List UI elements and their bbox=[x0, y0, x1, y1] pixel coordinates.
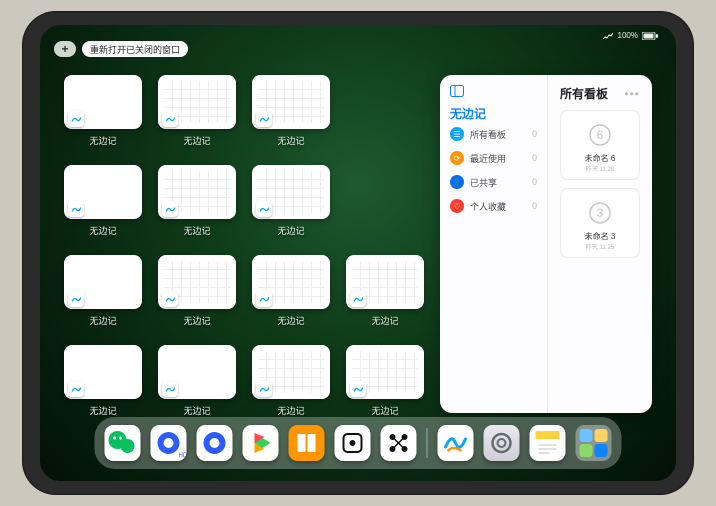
new-window-button[interactable]: + bbox=[54, 41, 76, 57]
window-thumb[interactable]: 无边记 bbox=[346, 255, 424, 327]
freeform-icon bbox=[350, 381, 366, 397]
reopen-closed-window-button[interactable]: 重新打开已关闭的窗口 bbox=[82, 41, 188, 57]
freeform-icon bbox=[256, 381, 272, 397]
board-name: 未命名 6 bbox=[585, 153, 616, 164]
board-meta: 昨天 11:25 bbox=[586, 242, 614, 251]
dock-app-notes[interactable] bbox=[530, 425, 566, 461]
freeform-icon bbox=[256, 111, 272, 127]
dock-folder[interactable] bbox=[576, 425, 612, 461]
sidebar-item-count: 0 bbox=[532, 153, 537, 163]
window-thumb[interactable]: 无边记 bbox=[158, 345, 236, 417]
window-thumb[interactable]: 无边记 bbox=[64, 165, 142, 237]
dock-app-play[interactable] bbox=[243, 425, 279, 461]
sidebar-item-count: 0 bbox=[532, 129, 537, 139]
freeform-icon bbox=[68, 291, 84, 307]
panel-title: 无边记 bbox=[450, 105, 537, 122]
board-card[interactable]: 3 未命名 3昨天 11:25 bbox=[560, 188, 640, 258]
sidebar-item-label: 个人收藏 bbox=[470, 200, 506, 213]
dock-app-freeform[interactable] bbox=[438, 425, 474, 461]
board-scribble-icon: 3 bbox=[583, 195, 617, 229]
freeform-icon bbox=[162, 291, 178, 307]
battery-text: 100% bbox=[618, 31, 638, 40]
window-thumbnail-grid: 无边记 无边记 无边记 无边记 无边记 bbox=[64, 75, 424, 413]
sidebar-item-count: 0 bbox=[532, 201, 537, 211]
dock-app-wechat[interactable] bbox=[105, 425, 141, 461]
svg-text:HD: HD bbox=[179, 453, 187, 459]
thumb-label: 无边记 bbox=[183, 314, 210, 327]
freeform-icon bbox=[68, 111, 84, 127]
board-card[interactable]: 6 未命名 6昨天 11:28 bbox=[560, 110, 640, 180]
window-thumb[interactable]: 无边记 bbox=[158, 75, 236, 147]
thumb-label: 无边记 bbox=[371, 404, 398, 417]
thumb-label: 无边记 bbox=[277, 224, 304, 237]
freeform-icon bbox=[162, 201, 178, 217]
dock: HD bbox=[95, 417, 622, 469]
board-name: 未命名 3 bbox=[585, 231, 616, 242]
sidebar-item-icon: 👤 bbox=[450, 175, 464, 189]
sidebar-item[interactable]: 👤 已共享 0 bbox=[450, 170, 537, 194]
window-thumb[interactable]: 无边记 bbox=[64, 255, 142, 327]
thumb-label: 无边记 bbox=[89, 134, 116, 147]
sidebar-item-icon: ☰ bbox=[450, 127, 464, 141]
sidebar-item-icon: ⟳ bbox=[450, 151, 464, 165]
dock-app-quark[interactable] bbox=[197, 425, 233, 461]
sidebar-item[interactable]: ☰ 所有看板 0 bbox=[450, 122, 537, 146]
freeform-icon bbox=[68, 381, 84, 397]
sidebar-item-count: 0 bbox=[532, 177, 537, 187]
thumb-label: 无边记 bbox=[183, 224, 210, 237]
window-thumb[interactable]: 无边记 bbox=[252, 255, 330, 327]
freeform-icon bbox=[68, 201, 84, 217]
thumb-label: 无边记 bbox=[89, 314, 116, 327]
thumb-label: 无边记 bbox=[89, 224, 116, 237]
sidebar-item-label: 已共享 bbox=[470, 176, 497, 189]
thumb-label: 无边记 bbox=[371, 314, 398, 327]
window-thumb[interactable]: 无边记 bbox=[64, 345, 142, 417]
thumb-label: 无边记 bbox=[183, 134, 210, 147]
window-thumb[interactable]: 无边记 bbox=[64, 75, 142, 147]
panel-right-title: 所有看板 bbox=[560, 85, 608, 102]
freeform-icon bbox=[162, 381, 178, 397]
svg-text:3: 3 bbox=[597, 206, 604, 220]
svg-text:6: 6 bbox=[597, 128, 604, 142]
top-bar: + 重新打开已关闭的窗口 bbox=[54, 41, 188, 57]
thumb-label: 无边记 bbox=[277, 404, 304, 417]
dock-app-connect[interactable] bbox=[381, 425, 417, 461]
sidebar-item-icon: ♡ bbox=[450, 199, 464, 213]
dock-app-books[interactable] bbox=[289, 425, 325, 461]
freeform-panel[interactable]: 无边记 ☰ 所有看板 0 ⟳ 最近使用 0 👤 已共享 0 ♡ 个人收藏 0 所有看板 ••• 6 未命… bbox=[440, 75, 652, 413]
dock-separator bbox=[427, 428, 428, 458]
sidebar-item[interactable]: ♡ 个人收藏 0 bbox=[450, 194, 537, 218]
sidebar-item-label: 所有看板 bbox=[470, 128, 506, 141]
window-thumb[interactable]: 无边记 bbox=[252, 75, 330, 147]
more-icon[interactable]: ••• bbox=[624, 87, 640, 101]
thumb-label: 无边记 bbox=[277, 314, 304, 327]
board-meta: 昨天 11:28 bbox=[586, 164, 614, 173]
window-thumb[interactable]: 无边记 bbox=[252, 345, 330, 417]
window-thumb[interactable]: 无边记 bbox=[252, 165, 330, 237]
freeform-icon bbox=[162, 111, 178, 127]
battery-icon bbox=[642, 32, 658, 40]
freeform-icon bbox=[350, 291, 366, 307]
window-thumb[interactable]: 无边记 bbox=[158, 165, 236, 237]
window-thumb[interactable]: 无边记 bbox=[158, 255, 236, 327]
sidebar-toggle-icon[interactable] bbox=[450, 85, 464, 97]
thumb-label: 无边记 bbox=[89, 404, 116, 417]
dock-app-settings[interactable] bbox=[484, 425, 520, 461]
dock-app-quark-hd[interactable]: HD bbox=[151, 425, 187, 461]
window-thumb[interactable]: 无边记 bbox=[346, 345, 424, 417]
freeform-icon bbox=[256, 291, 272, 307]
thumb-label: 无边记 bbox=[183, 404, 210, 417]
freeform-icon bbox=[256, 201, 272, 217]
sidebar-item-label: 最近使用 bbox=[470, 152, 506, 165]
dock-app-dice[interactable] bbox=[335, 425, 371, 461]
thumb-label: 无边记 bbox=[277, 134, 304, 147]
board-scribble-icon: 6 bbox=[583, 117, 617, 151]
status-bar: 100% bbox=[602, 31, 658, 40]
sidebar-item[interactable]: ⟳ 最近使用 0 bbox=[450, 146, 537, 170]
